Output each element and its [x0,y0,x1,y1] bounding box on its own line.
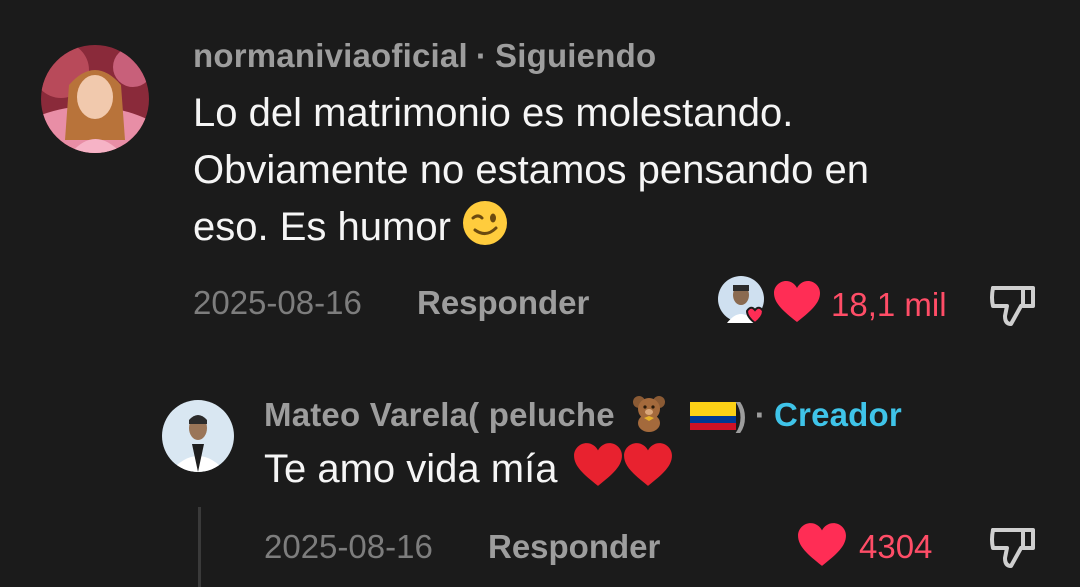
dislike-icon[interactable] [989,280,1037,328]
avatar-photo [41,45,149,153]
comment-line: eso. Es humor [193,199,869,262]
like-heart-icon[interactable] [773,280,821,324]
reply-button[interactable]: Responder [417,284,589,321]
comment-date: 2025-08-16 [264,528,433,565]
separator-dot: · [475,37,488,74]
avatar[interactable] [162,400,234,472]
red-heart-emoji [623,442,673,504]
colombia-flag-emoji [689,400,736,440]
reply-footer: 2025-08-16 Responder [264,528,660,566]
like-count: 4304 [859,528,933,565]
creator-badge: Creador [774,396,902,433]
separator-dot: · [754,396,766,433]
wink-emoji [462,200,508,262]
avatar[interactable] [41,45,149,153]
creator-liked-badge [717,275,769,327]
following-label: Siguiendo [495,37,657,74]
thread-line [198,507,201,587]
like-heart-icon[interactable] [797,522,847,568]
comment-footer: 2025-08-16 Responder [193,284,589,322]
red-heart-emoji [573,442,623,504]
teddy-bear-emoji [630,394,668,440]
username[interactable]: Mateo Varela( peluche) [264,396,747,433]
dislike-icon[interactable] [989,522,1037,570]
reply-button[interactable]: Responder [488,528,660,565]
comment-text: Lo del matrimonio es molestando. Obviame… [193,85,869,262]
comment-header: normaniviaoficial · Siguiendo [193,37,656,75]
comment-date: 2025-08-16 [193,284,362,321]
comment-line: Lo del matrimonio es molestando. [193,91,794,135]
like-count: 18,1 mil [831,286,947,323]
reply-text: Te amo vida mía [264,441,673,504]
reply-header: Mateo Varela( peluche) · Creador [264,394,902,440]
avatar-photo [162,400,234,472]
comment-line: Obviamente no estamos pensando en [193,148,869,192]
username[interactable]: normaniviaoficial [193,37,468,74]
